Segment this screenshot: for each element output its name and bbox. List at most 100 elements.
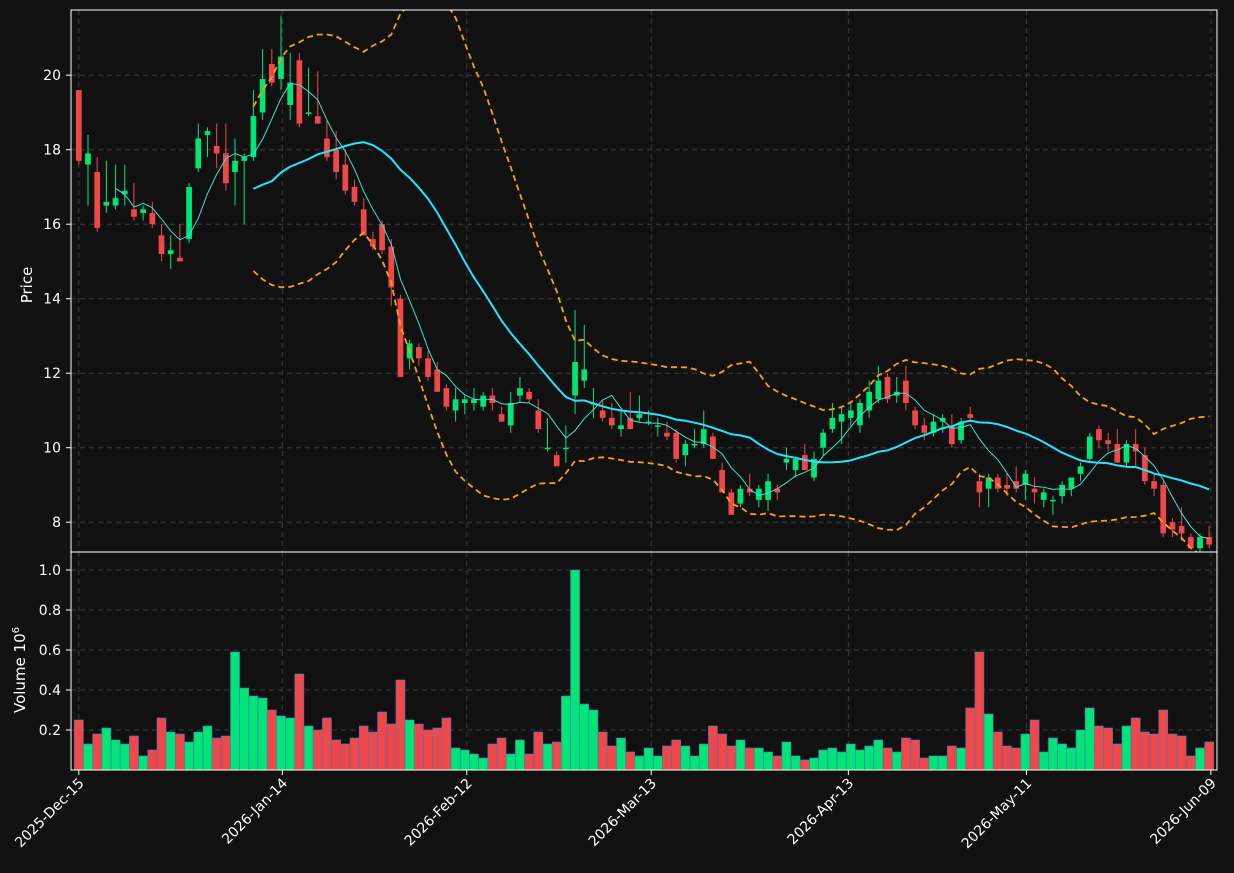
candle-body — [498, 414, 505, 422]
candle-body — [526, 391, 532, 400]
volume-bar — [266, 709, 277, 771]
candle — [443, 384, 450, 411]
volume-bar — [1057, 743, 1067, 771]
volume-bar — [643, 747, 654, 771]
volume-bar — [671, 739, 681, 771]
candle-body — [1068, 477, 1075, 489]
candle-body — [535, 410, 542, 430]
candle — [1086, 432, 1093, 463]
volume-bar — [809, 757, 819, 771]
candle-body — [838, 414, 845, 422]
volume-bar — [257, 697, 268, 771]
candle-body — [94, 172, 101, 228]
candle-body — [976, 481, 983, 493]
candle-body — [351, 186, 358, 202]
volume-bar — [772, 755, 783, 771]
candle-body — [452, 399, 459, 411]
candle-body — [195, 138, 202, 169]
candle-body — [700, 429, 707, 444]
volume-bar — [349, 737, 360, 771]
volume-bar — [983, 713, 994, 771]
volume-bar — [588, 709, 599, 771]
candle-body — [425, 358, 431, 377]
volume-bar — [276, 715, 286, 771]
volume-bar — [101, 727, 112, 771]
candle-body — [737, 488, 744, 504]
candle-body — [1040, 492, 1047, 500]
candle-body — [820, 432, 827, 448]
candle-body — [443, 388, 450, 407]
candle-body — [1197, 537, 1203, 549]
volume-tick-label: 0.8 — [39, 603, 61, 619]
candle-body — [204, 131, 211, 135]
volume-bar — [331, 739, 341, 771]
volume-bar — [184, 741, 194, 771]
candle-body — [544, 447, 551, 450]
volume-bar — [533, 731, 544, 771]
volume-bar — [459, 749, 470, 771]
volume-tick-label: 0.6 — [39, 643, 61, 659]
candle-body — [599, 410, 606, 418]
volume-bar — [395, 679, 406, 771]
price-tick-label: 8 — [52, 515, 61, 531]
volume-bar — [119, 743, 130, 771]
candle-body — [608, 417, 615, 426]
price-tick-label: 20 — [43, 68, 61, 84]
volume-bar — [496, 737, 507, 771]
volume-bar — [138, 755, 148, 771]
volume-bar — [726, 745, 737, 771]
volume-bar — [928, 755, 939, 771]
volume-bar — [340, 743, 351, 771]
volume-bar — [827, 747, 838, 771]
volume-bar — [239, 687, 250, 771]
candle-body — [360, 209, 367, 236]
volume-bar — [800, 759, 810, 771]
candle-body — [581, 369, 588, 381]
candle-body — [232, 160, 238, 173]
volume-bar — [680, 745, 691, 771]
candle-body — [314, 116, 321, 124]
volume-bar — [901, 737, 911, 771]
candle-body — [85, 153, 91, 165]
candle-body — [691, 443, 698, 446]
candle — [884, 373, 891, 403]
candle-body — [305, 112, 312, 114]
candle — [296, 52, 303, 128]
volume-bar — [956, 747, 966, 771]
volume-bar — [221, 735, 231, 771]
volume-bar — [294, 673, 305, 771]
volume-bar — [855, 749, 865, 771]
candle-body — [783, 458, 790, 463]
volume-bar — [735, 739, 746, 771]
candle — [75, 90, 82, 165]
candle-body — [792, 458, 799, 471]
volume-bar — [312, 729, 323, 771]
candle-body — [1151, 481, 1157, 489]
candle-body — [213, 145, 220, 154]
volume-bar — [818, 749, 829, 771]
volume-bar — [919, 757, 930, 771]
volume-bar — [1066, 747, 1077, 771]
candle-body — [415, 347, 422, 359]
candle-body — [1160, 484, 1167, 534]
volume-bar — [358, 725, 369, 771]
candle-body — [103, 201, 110, 206]
candle-body — [131, 209, 137, 217]
volume-bar — [404, 719, 415, 771]
candle-body — [158, 235, 165, 254]
volume-bar — [1084, 707, 1095, 771]
volume-bar — [708, 725, 718, 771]
volume-bar — [579, 703, 590, 771]
candle-body — [1004, 484, 1010, 489]
volume-bar — [698, 743, 709, 771]
volume-bar — [1094, 725, 1104, 771]
volume-bar — [450, 747, 461, 771]
candle-body — [112, 198, 119, 206]
candle-body — [434, 369, 441, 392]
candle-body — [1050, 499, 1056, 502]
volume-bar — [1075, 729, 1086, 771]
volume-bar — [92, 733, 102, 771]
candle-body — [140, 209, 146, 214]
volume-bar — [1158, 709, 1169, 771]
volume-bar — [845, 743, 856, 771]
